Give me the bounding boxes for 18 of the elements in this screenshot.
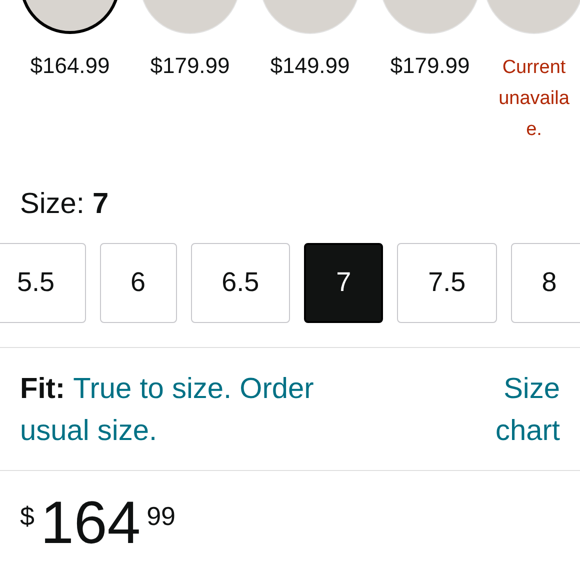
availability-text: Current unavaila e.: [498, 56, 570, 142]
selected-size: 7: [92, 187, 109, 222]
fit-text: Fit: True to size. Order usual size.: [20, 372, 315, 448]
price-whole: 164: [40, 492, 141, 552]
swatch-price: $164.99: [30, 52, 110, 80]
price-currency: $: [20, 500, 34, 532]
size-button[interactable]: 5.5: [0, 242, 86, 322]
swatch-price: $179.99: [150, 52, 230, 80]
swatch-price: $179.99: [390, 52, 470, 80]
size-button[interactable]: 8: [510, 242, 580, 322]
swatch-price: $149.99: [270, 52, 350, 80]
size-label: Size:: [20, 187, 84, 222]
size-button[interactable]: 7: [304, 242, 384, 322]
size-button[interactable]: 6.5: [190, 242, 290, 322]
size-button[interactable]: 7.5: [397, 242, 497, 322]
size-chart-link[interactable]: Size chart: [470, 368, 560, 452]
size-button[interactable]: 6: [100, 242, 177, 322]
price-fraction: 99: [146, 500, 176, 532]
